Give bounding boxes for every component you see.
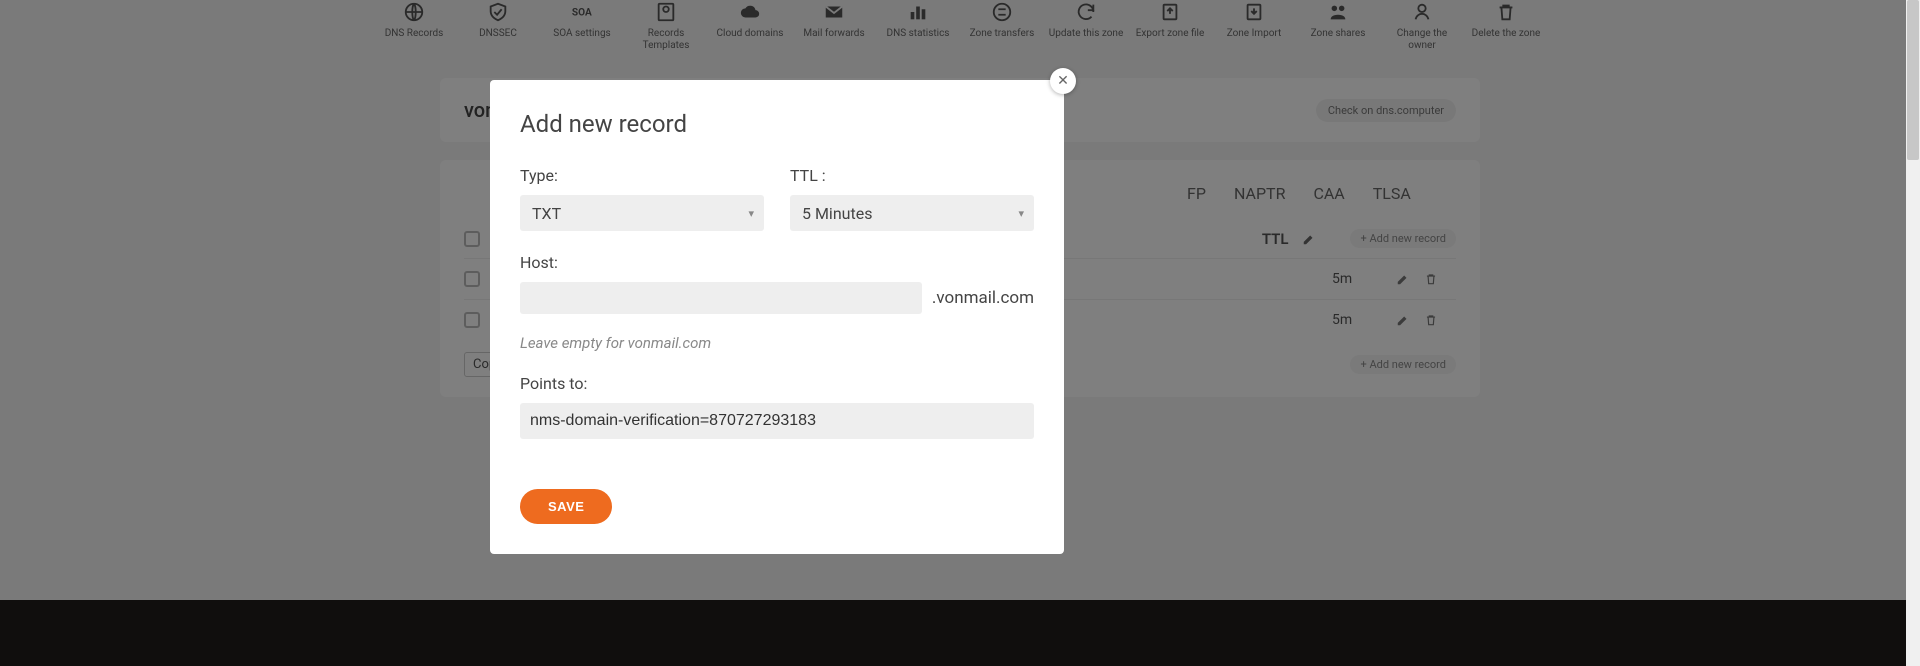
host-label: Host:	[520, 253, 1034, 272]
close-icon[interactable]: ✕	[1050, 68, 1076, 94]
points-label: Points to:	[520, 374, 1034, 393]
scrollbar-thumb[interactable]	[1907, 0, 1919, 160]
save-button[interactable]: SAVE	[520, 489, 612, 524]
points-to-input[interactable]	[520, 403, 1034, 439]
host-helper: Leave empty for vonmail.com	[520, 334, 1034, 352]
add-record-modal: ✕ Add new record Type: TXT TTL : 5 Minut…	[490, 80, 1064, 554]
ttl-label: TTL :	[790, 166, 1034, 185]
host-input[interactable]	[520, 282, 922, 314]
modal-title: Add new record	[520, 110, 1034, 138]
type-select[interactable]: TXT	[520, 195, 764, 231]
host-suffix: .vonmail.com	[932, 288, 1034, 308]
scrollbar[interactable]	[1906, 0, 1920, 666]
type-label: Type:	[520, 166, 764, 185]
ttl-select[interactable]: 5 Minutes	[790, 195, 1034, 231]
